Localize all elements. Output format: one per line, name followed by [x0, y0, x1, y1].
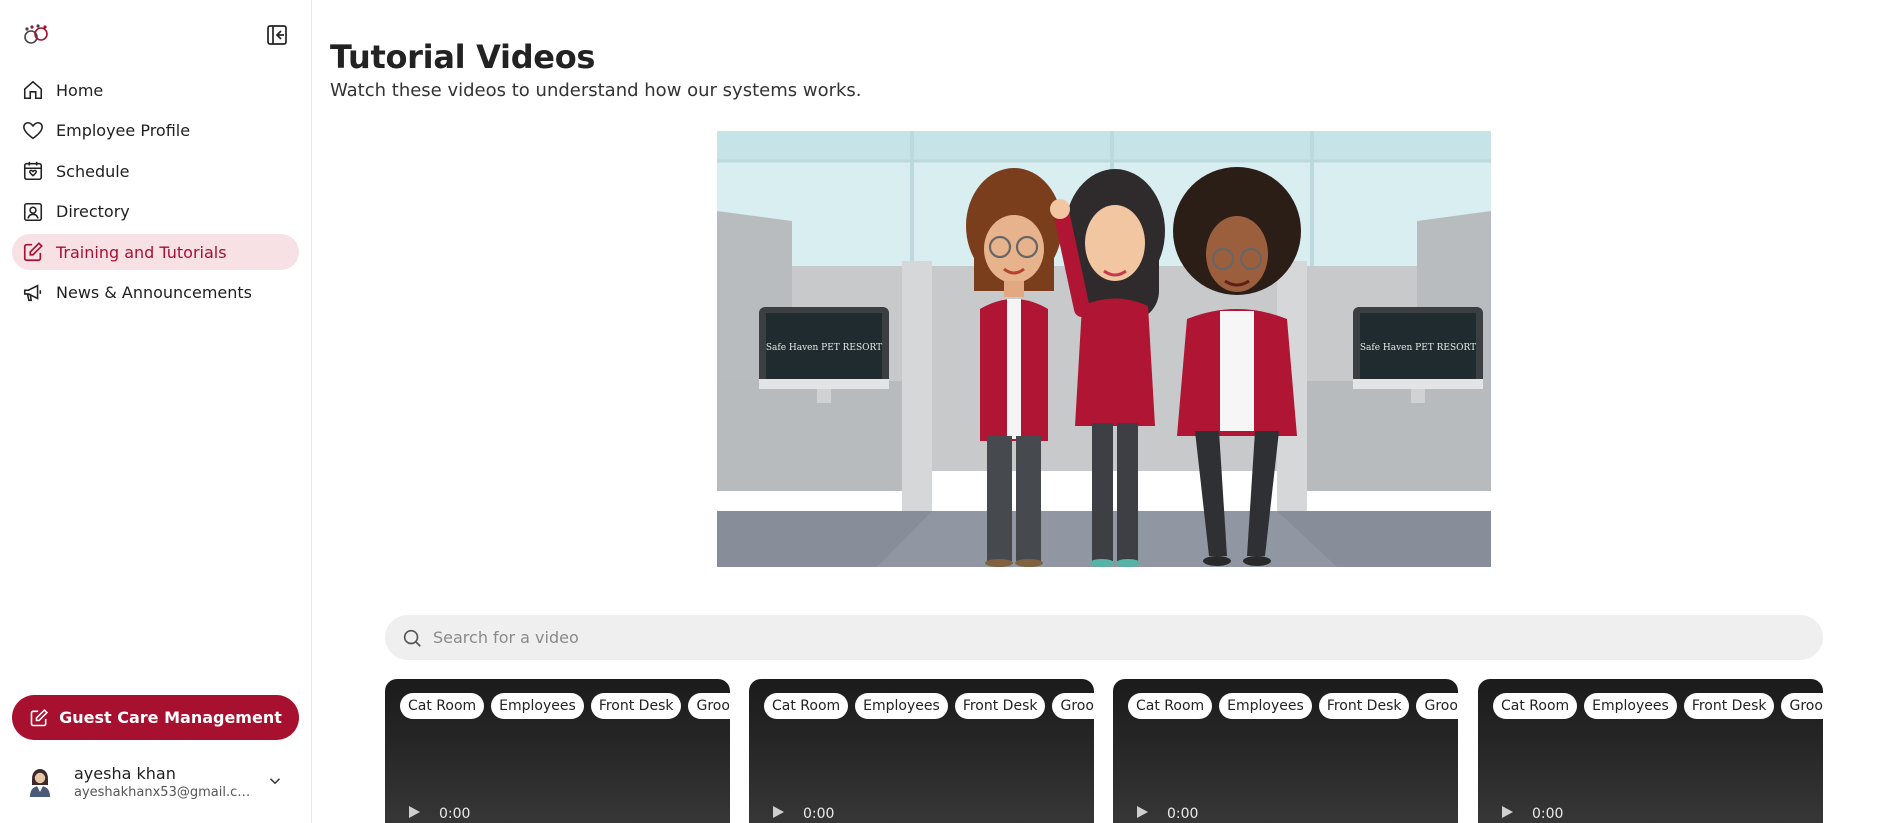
user-name: ayesha khan [74, 764, 176, 783]
guest-care-management-button[interactable]: Guest Care Management [12, 695, 299, 740]
tag-chip[interactable]: Employees [1584, 693, 1677, 719]
video-search-bar[interactable] [385, 615, 1823, 660]
sidebar-nav: Home Employee Profile Schedule Directory… [12, 72, 299, 315]
sidebar-item-directory[interactable]: Directory [12, 194, 299, 230]
video-card[interactable]: Cat Room Employees Front Desk Grooming 0… [1113, 679, 1458, 823]
sidebar-item-label: Training and Tutorials [56, 242, 227, 262]
user-menu[interactable]: ayesha khan ayeshakhanx53@gmail.com [20, 760, 300, 804]
monitor-text-left: Safe Haven PET RESORT [766, 343, 882, 353]
megaphone-icon [21, 281, 45, 305]
tag-chip[interactable]: Cat Room [1493, 693, 1578, 719]
home-icon [21, 78, 45, 102]
tag-chip[interactable]: Cat Room [764, 693, 849, 719]
video-time: 0:00 [1167, 806, 1199, 822]
play-icon[interactable] [771, 805, 785, 823]
tag-chip[interactable]: Cat Room [400, 693, 485, 719]
heart-icon [21, 119, 45, 143]
sidebar-item-training-and-tutorials[interactable]: Training and Tutorials [12, 234, 299, 270]
tag-chip[interactable]: Front Desk [1318, 693, 1410, 719]
video-time: 0:00 [439, 806, 471, 822]
tag-chip[interactable]: Grooming [1781, 693, 1823, 719]
avatar [20, 762, 60, 802]
sidebar-item-home[interactable]: Home [12, 72, 299, 108]
play-icon[interactable] [1500, 805, 1514, 823]
search-input[interactable] [433, 628, 1733, 647]
guest-care-management-label: Guest Care Management [59, 708, 282, 727]
page-title: Tutorial Videos [330, 38, 596, 76]
tag-chip[interactable]: Front Desk [590, 693, 682, 719]
tag-chip[interactable]: Grooming [688, 693, 730, 719]
video-controls: 0:00 [771, 805, 834, 823]
tag-chip[interactable]: Grooming [1052, 693, 1094, 719]
tag-chip[interactable]: Front Desk [1683, 693, 1775, 719]
tag-chip[interactable]: Employees [855, 693, 948, 719]
tag-chip[interactable]: Front Desk [954, 693, 1046, 719]
tag-chip[interactable]: Cat Room [1128, 693, 1213, 719]
user-email: ayeshakhanx53@gmail.com [74, 785, 254, 800]
hero-illustration: Safe Haven PET RESORT Safe Haven PET RES… [717, 131, 1491, 567]
tag-chip[interactable]: Employees [1219, 693, 1312, 719]
video-controls: 0:00 [407, 805, 470, 823]
sidebar-item-label: Employee Profile [56, 121, 191, 140]
video-tags: Cat Room Employees Front Desk Grooming [400, 693, 730, 719]
sidebar-item-employee-profile[interactable]: Employee Profile [12, 113, 299, 149]
video-time: 0:00 [1532, 806, 1564, 822]
tag-chip[interactable]: Employees [491, 693, 584, 719]
video-card[interactable]: Cat Room Employees Front Desk Grooming 0… [385, 679, 730, 823]
video-tags: Cat Room Employees Front Desk Grooming [1128, 693, 1458, 719]
sidebar-item-schedule[interactable]: Schedule [12, 153, 299, 189]
calendar-icon [21, 159, 45, 183]
tag-chip[interactable]: Grooming [1416, 693, 1458, 719]
video-time: 0:00 [803, 806, 835, 822]
sidebar-item-label: News & Announcements [56, 283, 252, 302]
video-controls: 0:00 [1500, 805, 1563, 823]
monitor-text-right: Safe Haven PET RESORT [1360, 343, 1476, 353]
sidebar-item-news-announcements[interactable]: News & Announcements [12, 275, 299, 311]
video-tags: Cat Room Employees Front Desk Grooming [764, 693, 1094, 719]
sidebar: Home Employee Profile Schedule Directory… [0, 0, 312, 823]
page-subtitle: Watch these videos to understand how our… [330, 80, 862, 101]
sidebar-item-label: Schedule [56, 161, 130, 181]
contact-icon [21, 200, 45, 224]
video-card[interactable]: Cat Room Employees Front Desk Grooming 0… [749, 679, 1094, 823]
edit-icon [21, 240, 45, 264]
chevron-down-icon[interactable] [266, 772, 284, 790]
video-controls: 0:00 [1135, 805, 1198, 823]
play-icon[interactable] [1135, 805, 1149, 823]
video-card[interactable]: Cat Room Employees Front Desk Grooming 0… [1478, 679, 1823, 823]
sidebar-item-label: Home [56, 80, 104, 100]
search-icon [401, 627, 423, 649]
sidebar-item-label: Directory [56, 202, 130, 221]
edit-icon [29, 708, 49, 728]
app-logo[interactable] [20, 22, 54, 48]
collapse-sidebar-icon[interactable] [266, 24, 288, 46]
play-icon[interactable] [407, 805, 421, 823]
video-tags: Cat Room Employees Front Desk Grooming [1493, 693, 1823, 719]
